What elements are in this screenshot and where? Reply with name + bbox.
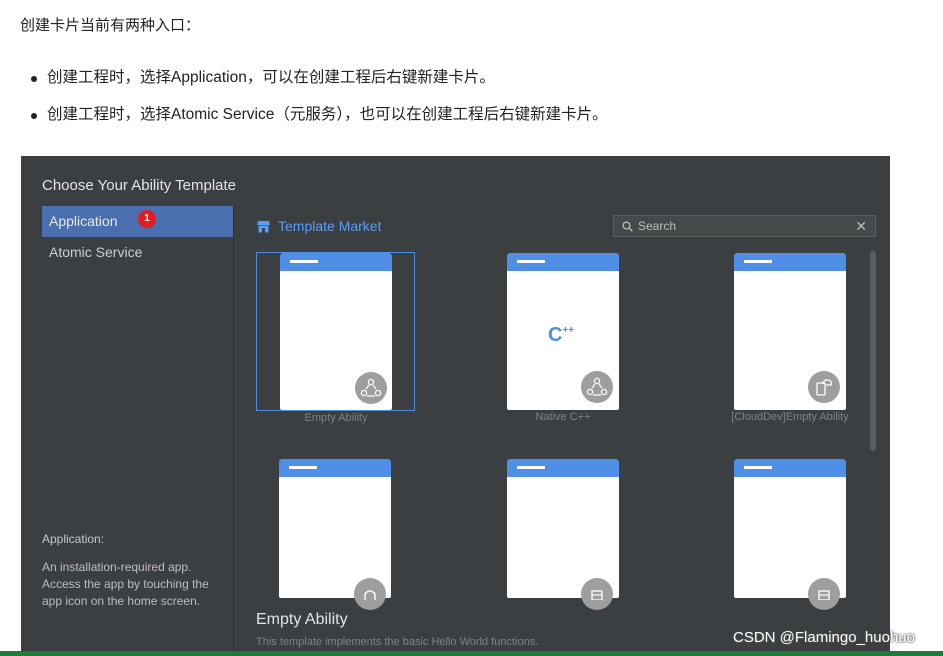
search-icon <box>622 220 633 232</box>
description-text: An installation-required app. Access the… <box>42 560 209 608</box>
template-detail-text: This template implements the basic Hello… <box>256 636 539 648</box>
search-input[interactable] <box>638 219 843 233</box>
template-card-clouddev-empty-ability[interactable]: [CloudDev]Empty Ability <box>711 252 870 423</box>
template-card-native-cpp[interactable]: C++ Native C++ <box>484 252 643 423</box>
template-icon <box>354 578 386 610</box>
bottom-divider <box>0 651 943 656</box>
template-card[interactable] <box>256 458 415 610</box>
template-market-label: Template Market <box>278 218 382 234</box>
nav-item-application[interactable]: Application 1 <box>42 206 233 237</box>
bullet-list: 创建工程时，选择Application，可以在创建工程后右键新建卡片。 创建工程… <box>30 66 608 140</box>
triangle-nodes-icon <box>581 371 613 403</box>
phone-preview <box>734 459 846 598</box>
template-icon <box>808 578 840 610</box>
cpp-logo-icon: C++ <box>548 324 575 346</box>
csdn-watermark: CSDN @Flamingo_huohuo <box>733 629 915 646</box>
template-icon <box>581 578 613 610</box>
step-badge: 1 <box>138 210 156 228</box>
template-label: [CloudDev]Empty Ability <box>731 411 849 423</box>
search-box: ✕ <box>613 215 876 237</box>
template-card[interactable] <box>484 458 643 610</box>
nav-item-label: Atomic Service <box>49 244 143 260</box>
bullet-item: 创建工程时，选择Atomic Service（元服务），也可以在创建工程后右键新… <box>30 103 608 127</box>
cloud-device-icon <box>808 371 840 403</box>
template-category-pane: Application 1 Atomic Service Application… <box>21 205 234 656</box>
intro-text: 创建卡片当前有两种入口： <box>20 17 201 34</box>
template-card[interactable] <box>711 458 870 610</box>
choose-template-dialog: Choose Your Ability Template Application… <box>21 156 890 656</box>
triangle-nodes-icon <box>355 372 387 404</box>
nav-item-label: Application <box>49 213 118 229</box>
phone-preview <box>279 459 391 598</box>
phone-preview <box>507 459 619 598</box>
template-label: Empty Ability <box>304 412 368 424</box>
template-label: Native C++ <box>535 411 591 423</box>
bullet-item: 创建工程时，选择Application，可以在创建工程后右键新建卡片。 <box>30 66 608 90</box>
store-icon <box>257 220 270 232</box>
nav-item-atomic-service[interactable]: Atomic Service <box>42 237 233 268</box>
dialog-title: Choose Your Ability Template <box>42 177 237 194</box>
template-card-empty-ability[interactable]: Empty Ability <box>256 252 415 424</box>
close-icon[interactable]: ✕ <box>855 219 867 233</box>
template-detail-title: Empty Ability <box>256 611 348 628</box>
description-title: Application: <box>42 532 105 546</box>
template-market-link[interactable]: Template Market <box>257 217 381 235</box>
